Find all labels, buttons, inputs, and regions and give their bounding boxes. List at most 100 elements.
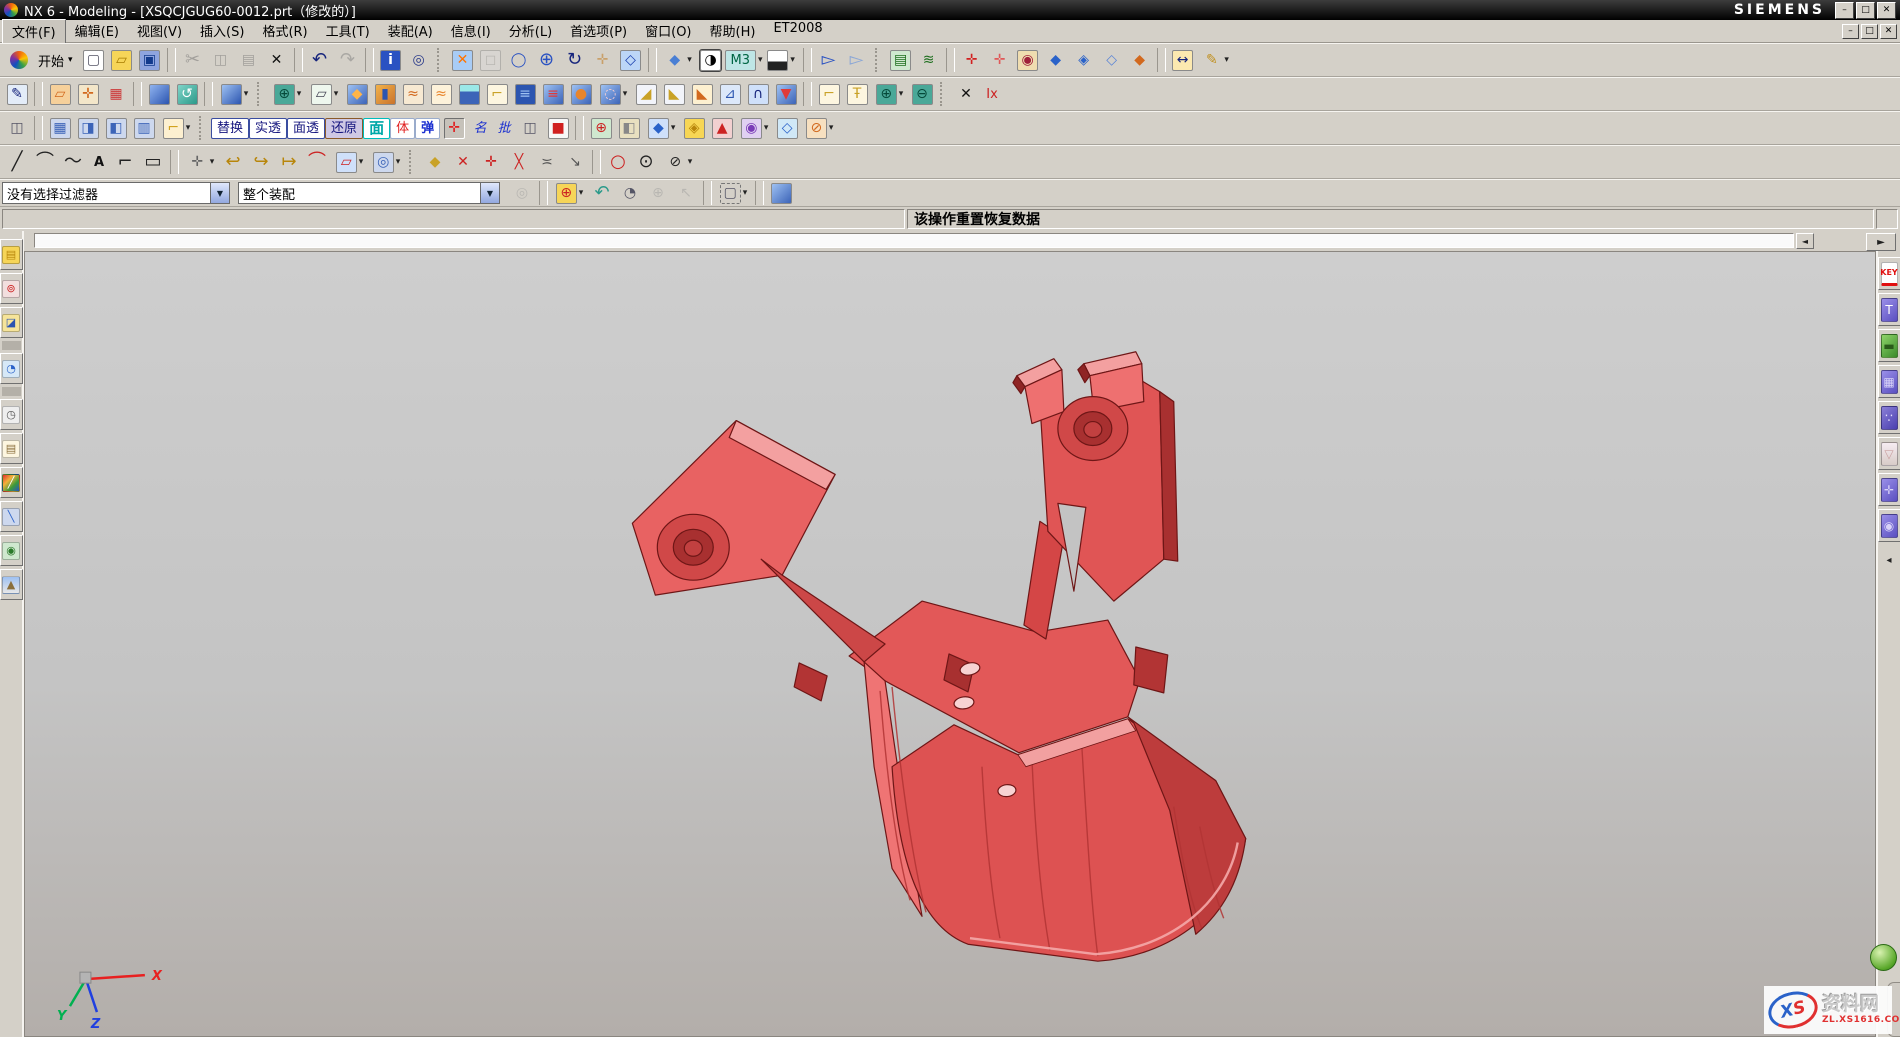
menu-insert[interactable]: 插入(S) [191,19,253,44]
plane-button[interactable]: ▱ [306,80,343,108]
reuse-part-3-tab[interactable]: ▦ [1878,365,1900,398]
delete-button[interactable]: ✕ [263,46,291,74]
notification-badge[interactable] [1870,944,1897,971]
view-layout-m3-button[interactable]: M3 [725,46,763,74]
offset-curve-button[interactable]: ≍ [533,148,561,176]
emboss-button[interactable]: ◆ [343,80,371,108]
hide-object-button[interactable]: ◈ [1070,46,1098,74]
extrude-button[interactable] [145,80,173,108]
rotate-point-button[interactable]: ⊕ [644,179,672,207]
circle-button[interactable]: ○ [604,148,632,176]
menu-window[interactable]: 窗口(O) [636,19,700,44]
maximize-button[interactable]: □ [1856,2,1875,19]
history-tab[interactable]: ◷ [0,399,23,430]
fillet-curve-button[interactable]: ⌒ [303,148,331,176]
sheet-button[interactable] [455,80,483,108]
copy-display-button[interactable]: ◫ [516,114,544,142]
invert-shown-button[interactable]: ◆ [1126,46,1154,74]
assembly-tool-8[interactable]: ⊘ [801,114,838,142]
zoom-box-button[interactable]: ◻ [477,46,505,74]
batch-tool-button[interactable]: 批 [492,114,516,142]
rotate-view-button[interactable]: ↻ [561,46,589,74]
part-navigator-tab[interactable]: ◪ [0,307,23,338]
new-file-button[interactable]: ▢ [80,46,108,74]
reuse-part-2-tab[interactable]: ▬ [1878,329,1900,362]
undo-button[interactable]: ↶ [306,46,334,74]
palettes-tab[interactable]: ▲ [0,569,23,600]
cut-button[interactable]: ✂ [179,46,207,74]
thread-button[interactable]: Ŧ [843,80,871,108]
bracket-part[interactable] [632,352,1245,961]
snap-point-button[interactable]: ⊕ [551,179,588,207]
boss-button[interactable]: ● [567,80,595,108]
assembly-tool-6[interactable]: ◉ [736,114,773,142]
cube-select-button[interactable] [767,179,795,207]
spline-button[interactable]: ～ [59,148,87,176]
show-and-hide-button[interactable]: ▻ [815,46,843,74]
layer-visible-in-view-button[interactable]: ≋ [915,46,943,74]
system-scenes-tab[interactable]: ▤ [0,433,23,464]
mdi-close-button[interactable]: ✕ [1880,24,1897,39]
name-tool-button[interactable]: 名 [468,114,492,142]
menu-view[interactable]: 视图(V) [128,19,191,44]
minimize-button[interactable]: – [1835,2,1854,19]
menu-tools[interactable]: 工具(T) [317,19,379,44]
unite-button[interactable]: ⊕ [269,80,306,108]
sketch-button[interactable]: ✎ [3,80,31,108]
point-button[interactable]: ✛ [182,148,219,176]
wireframe-part-button[interactable]: ■ [544,114,572,142]
reuse-key-tab[interactable]: KEY [1878,257,1900,290]
shell-button[interactable]: ∩ [744,80,772,108]
expression-button[interactable]: Ix [980,80,1004,108]
render-style-button[interactable]: ◑ [697,46,725,74]
find-button[interactable]: ◎ [405,46,433,74]
arc-button[interactable]: ⌒ [31,148,59,176]
materials-tab[interactable]: ╲ [0,501,23,532]
copy-button[interactable]: ◫ [207,46,235,74]
offset-face-button[interactable]: ⊕ [871,80,908,108]
new-window-button[interactable]: ◫ [3,114,31,142]
constraint-navigator-tab[interactable]: ⊚ [0,273,23,304]
trim-body-button[interactable]: ▼ [772,80,800,108]
reuse-part-4-tab[interactable]: ∵ [1878,401,1900,434]
assembly-tool-3[interactable]: ◆ [643,114,680,142]
paste-button[interactable]: ▤ [235,46,263,74]
offset-region-button[interactable]: ⊖ [908,80,936,108]
pocket-button[interactable]: ◌ [595,80,632,108]
pad-button[interactable]: ▮ [371,80,399,108]
spring-tool-button[interactable]: 弹 [415,114,440,142]
rib-button[interactable]: ≡ [511,80,539,108]
assembly-tool-1[interactable]: ⊕ [587,114,615,142]
menu-analysis[interactable]: 分析(L) [500,19,561,44]
reuse-part-6-tab[interactable]: ✛ [1878,473,1900,506]
show-object-button[interactable]: ◆ [1042,46,1070,74]
assembly-tool-2[interactable]: ◧ [615,114,643,142]
wcs-dynamics-button[interactable]: ✛ [958,46,986,74]
circle-center-button[interactable]: ⊙ [632,148,660,176]
pan-button[interactable]: ✛ [589,46,617,74]
dart-button[interactable]: ≡ [539,80,567,108]
menu-edit[interactable]: 编辑(E) [66,19,128,44]
curve-cross-button[interactable]: ╳ [505,148,533,176]
project-curve-button[interactable]: ↘ [561,148,589,176]
part-display-button[interactable]: ⌐ [158,114,195,142]
revolve-button[interactable]: ↺ [173,80,201,108]
sweep-button[interactable]: ≈ [399,80,427,108]
menu-preferences[interactable]: 首选项(P) [561,19,636,44]
draft-button[interactable]: ⊿ [716,80,744,108]
layer-settings-button[interactable]: ▤ [887,46,915,74]
cascade-window-button[interactable]: ▦ [46,114,74,142]
datum-csys-button[interactable]: ✛ [74,80,102,108]
solid-transparent-button[interactable]: 实透 [249,114,287,142]
rectangle-select-button[interactable]: ▢ [715,179,752,207]
thicken-button[interactable]: ⌐ [815,80,843,108]
assembly-tool-4[interactable]: ◈ [680,114,708,142]
split-horizontal-button[interactable]: ◨ [74,114,102,142]
menu-format[interactable]: 格式(R) [253,19,316,44]
close-button[interactable]: ✕ [1877,2,1896,19]
deviation-gauge-button[interactable]: ✎ [1197,46,1234,74]
start-button[interactable]: 开始 ▾ [3,46,80,74]
assembly-navigator-tab[interactable]: ▤ [0,239,23,270]
chamfer-button[interactable]: ◣ [688,80,716,108]
extract-curve-button[interactable]: ◆ [421,148,449,176]
